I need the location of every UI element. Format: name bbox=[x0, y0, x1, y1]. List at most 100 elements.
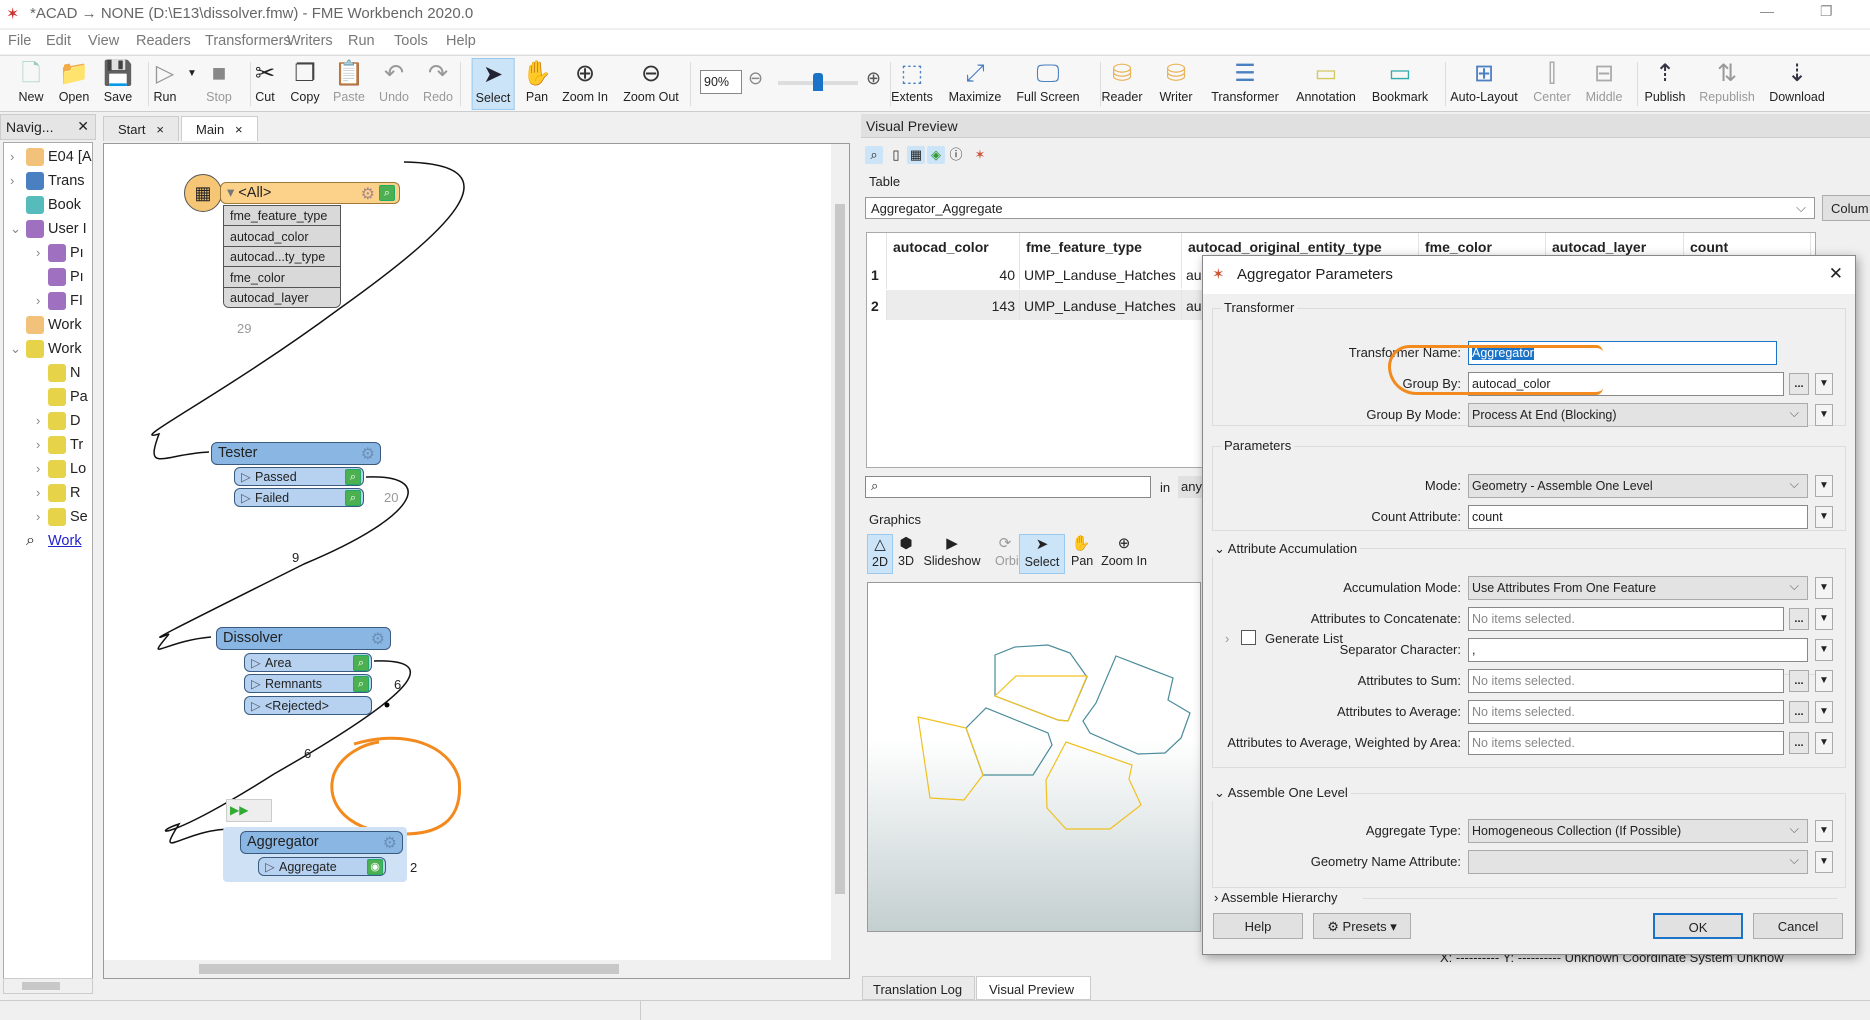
port-aggregate[interactable]: Aggregate ◉ bbox=[258, 857, 386, 876]
paste-button[interactable]: 📋 Paste bbox=[330, 58, 368, 110]
inspect-icon[interactable]: ⌕ bbox=[353, 655, 369, 671]
graphics-tool-orbit[interactable]: ⟳ Orbit bbox=[991, 534, 1022, 574]
attribute-row[interactable]: fme_feature_type bbox=[224, 206, 340, 226]
zoom-out-button[interactable]: ⊖ Zoom Out bbox=[620, 58, 682, 110]
bookmark-button[interactable]: ▭ Bookmark bbox=[1369, 58, 1431, 110]
parameter-menu-button[interactable]: ▼ bbox=[1815, 701, 1833, 723]
tester-node[interactable]: Tester ⚙ bbox=[211, 442, 381, 465]
parameter-menu-button[interactable]: ▼ bbox=[1815, 404, 1833, 426]
chevron-icon[interactable]: › bbox=[10, 149, 14, 164]
menu-view[interactable]: View bbox=[88, 33, 119, 49]
menu-transformers[interactable]: Transformers bbox=[205, 33, 291, 49]
close-icon[interactable]: × bbox=[235, 122, 243, 137]
close-icon[interactable]: × bbox=[156, 122, 164, 137]
navigator-item[interactable]: › Pı bbox=[4, 243, 92, 265]
chevron-icon[interactable]: › bbox=[36, 413, 40, 428]
open-button[interactable]: 📁 Open bbox=[56, 58, 93, 110]
navigator-item[interactable]: › Trans bbox=[4, 171, 92, 193]
navigator-item[interactable]: › FI bbox=[4, 291, 92, 313]
center-button[interactable]: ⫿ Center bbox=[1530, 58, 1574, 110]
cut-button[interactable]: ✂ Cut bbox=[252, 58, 278, 110]
full-screen-button[interactable]: 🖵 Full Screen bbox=[1013, 58, 1082, 110]
close-icon[interactable]: ✕ bbox=[77, 118, 89, 135]
menu-edit[interactable]: Edit bbox=[46, 33, 71, 49]
navigator-item[interactable]: › D bbox=[4, 411, 92, 433]
ok-button[interactable]: OK bbox=[1653, 913, 1743, 939]
parameter-menu-button[interactable]: ▼ bbox=[1815, 475, 1833, 497]
redo-button[interactable]: ↷ Redo bbox=[420, 58, 456, 110]
aggregator-node[interactable]: Aggregator ⚙ bbox=[240, 831, 403, 854]
browse-button[interactable]: ... bbox=[1789, 670, 1809, 692]
zoom-in-button[interactable]: ⊕ Zoom In bbox=[559, 58, 611, 110]
graphics-tool-pan[interactable]: ✋ Pan bbox=[1067, 534, 1095, 574]
middle-button[interactable]: ⊟ Middle bbox=[1583, 58, 1626, 110]
presets-button[interactable]: ⚙ Presets ▾ bbox=[1313, 913, 1411, 939]
navigator-item[interactable]: › Tr bbox=[4, 435, 92, 457]
select-button[interactable]: ➤ Select bbox=[471, 58, 515, 110]
inspect-icon[interactable]: ⌕ bbox=[345, 469, 361, 485]
inspect-icon[interactable]: ⌕ bbox=[379, 185, 395, 201]
restore-button[interactable]: ❐ bbox=[1820, 3, 1833, 20]
close-button[interactable]: ✕ bbox=[1829, 264, 1843, 284]
workspace-canvas[interactable]: ▦ ▾ <All> ⚙ ⌕ fme_feature_type autocad_co… bbox=[103, 143, 850, 979]
graphics-view-icon[interactable]: ◈ bbox=[927, 146, 945, 164]
group-toggle[interactable]: › Assemble Hierarchy bbox=[1211, 890, 1341, 905]
single-view-icon[interactable]: ▯ bbox=[887, 146, 905, 164]
sum-field[interactable]: No items selected. bbox=[1468, 669, 1784, 693]
parameter-menu-button[interactable]: ▼ bbox=[1815, 373, 1833, 395]
graphics-tool-select[interactable]: ➤ Select bbox=[1019, 534, 1065, 574]
navigator-item[interactable]: ⌄ User I bbox=[4, 219, 92, 241]
extents-button[interactable]: ⬚ Extents bbox=[888, 58, 936, 110]
search-scope-select[interactable]: any bbox=[1178, 476, 1205, 498]
port-rejected[interactable]: <Rejected> bbox=[244, 696, 372, 715]
port-failed[interactable]: Failed ⌕ bbox=[234, 488, 364, 507]
cell-autocad-color[interactable]: 40 bbox=[887, 259, 1020, 289]
zoom-slider[interactable] bbox=[778, 73, 858, 91]
tab-main[interactable]: Main × bbox=[181, 116, 258, 141]
parameter-menu-button[interactable]: ▼ bbox=[1815, 639, 1833, 661]
graphics-tool-slideshow[interactable]: ▶ Slideshow bbox=[919, 534, 985, 574]
tab-visual-preview[interactable]: Visual Preview bbox=[976, 976, 1091, 1000]
column-header[interactable]: autocad_color bbox=[887, 233, 1020, 259]
horizontal-scrollbar[interactable] bbox=[104, 960, 849, 978]
menu-readers[interactable]: Readers bbox=[136, 33, 191, 49]
row-number[interactable]: 2 bbox=[867, 290, 887, 320]
reader-icon[interactable]: ▦ bbox=[184, 174, 222, 212]
graphics-tool-2d[interactable]: △ 2D bbox=[867, 534, 893, 574]
inspect-icon[interactable]: ⌕ bbox=[345, 490, 361, 506]
attribute-row[interactable]: autocad_color bbox=[224, 226, 340, 247]
geom-name-field[interactable] bbox=[1468, 850, 1808, 874]
inspect-mode-icon[interactable]: ⌕ bbox=[865, 146, 883, 164]
reader-button[interactable]: ⛁ Reader bbox=[1099, 58, 1146, 110]
chevron-icon[interactable]: › bbox=[36, 293, 40, 308]
navigator-item[interactable]: Pa bbox=[4, 387, 92, 409]
zoom-plus-button[interactable]: ⊕ bbox=[866, 68, 881, 89]
navigator-item[interactable]: Work bbox=[4, 315, 92, 337]
parameter-menu-button[interactable]: ▼ bbox=[1815, 506, 1833, 528]
browse-button[interactable]: ... bbox=[1789, 608, 1809, 630]
browse-button[interactable]: ... bbox=[1789, 732, 1809, 754]
columns-button[interactable]: Colum bbox=[1822, 195, 1870, 221]
agg-type-field[interactable]: Homogeneous Collection (If Possible) bbox=[1468, 819, 1808, 843]
concat-field[interactable]: No items selected. bbox=[1468, 607, 1784, 631]
chevron-icon[interactable]: › bbox=[36, 437, 40, 452]
parameter-menu-button[interactable]: ▼ bbox=[1815, 670, 1833, 692]
auto-layout-button[interactable]: ⊞ Auto-Layout bbox=[1447, 58, 1520, 110]
annotation-button[interactable]: ▭ Annotation bbox=[1293, 58, 1359, 110]
pan-button[interactable]: ✋ Pan bbox=[519, 58, 555, 110]
browse-button[interactable]: ... bbox=[1789, 701, 1809, 723]
download-button[interactable]: ⇣ Download bbox=[1766, 58, 1828, 110]
chevron-icon[interactable]: › bbox=[36, 245, 40, 260]
gear-icon[interactable]: ⚙ bbox=[371, 629, 385, 649]
run-button[interactable]: ▷ Run bbox=[151, 58, 180, 110]
chevron-icon[interactable]: › bbox=[36, 461, 40, 476]
writer-button[interactable]: ⛁ Writer bbox=[1156, 58, 1195, 110]
parameter-menu-button[interactable]: ▼ bbox=[1815, 820, 1833, 842]
inspect-icon[interactable]: ⌕ bbox=[353, 676, 369, 692]
dissolver-node[interactable]: Dissolver ⚙ bbox=[216, 627, 391, 650]
menu-run[interactable]: Run bbox=[348, 33, 375, 49]
cell-fme-feature-type[interactable]: UMP_Landuse_Hatches bbox=[1020, 290, 1182, 320]
chevron-icon[interactable]: › bbox=[36, 485, 40, 500]
help-button[interactable]: Help bbox=[1213, 913, 1303, 939]
tab-translation-log[interactable]: Translation Log bbox=[862, 976, 975, 1000]
